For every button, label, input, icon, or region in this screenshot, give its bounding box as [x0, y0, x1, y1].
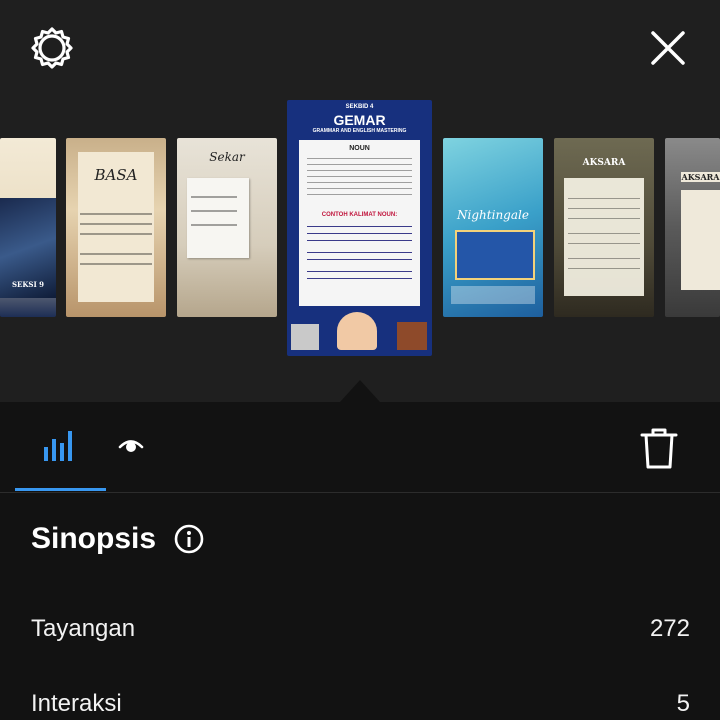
bar-chart-icon[interactable] — [38, 422, 82, 468]
info-icon[interactable] — [173, 523, 205, 555]
views-label: Tayangan — [31, 615, 136, 642]
gear-icon[interactable] — [28, 24, 76, 72]
interactions-value: 5 — [676, 690, 690, 717]
close-icon[interactable] — [646, 26, 690, 70]
eye-icon[interactable] — [112, 428, 150, 462]
section-title: Sinopsis — [31, 522, 157, 555]
active-tab-indicator — [15, 488, 106, 491]
story-thumbnail[interactable]: Nightingale — [443, 138, 543, 317]
story-title: GEMAR — [333, 112, 386, 128]
story-thumbnail-selected[interactable]: SEKBID 4 GEMAR GRAMMAR AND ENGLISH MASTE… — [287, 100, 432, 356]
story-thumbnail[interactable]: AKSARA — [554, 138, 654, 317]
tab-bar — [0, 402, 720, 493]
story-section: NOUN — [349, 145, 370, 152]
story-label: BASA — [94, 166, 138, 184]
story-label: AKSARA — [582, 158, 626, 168]
story-header: SEKBID 4 — [345, 104, 374, 110]
story-example-heading: CONTOH KALIMAT NOUN: — [321, 212, 398, 218]
story-thumbnail[interactable]: BASA — [66, 138, 166, 317]
story-carousel[interactable]: SEKSI 9 BASA Sekar SEKBID 4 GEMAR GRAMMA… — [0, 100, 720, 360]
story-subtitle: GRAMMAR AND ENGLISH MASTERING — [312, 128, 407, 134]
story-thumbnail[interactable]: AKSARA — [665, 138, 720, 317]
story-label: Sekar — [209, 150, 245, 164]
views-value: 272 — [649, 615, 690, 642]
story-thumbnail[interactable]: SEKSI 9 — [0, 138, 56, 317]
story-preview-area: SEKSI 9 BASA Sekar SEKBID 4 GEMAR GRAMMA… — [0, 0, 720, 402]
story-label: SEKSI 9 — [11, 280, 45, 289]
story-label: Nightingale — [457, 208, 529, 222]
story-label: AKSARA — [681, 172, 720, 182]
selected-story-pointer — [340, 380, 380, 402]
story-thumbnail[interactable]: Sekar — [177, 138, 277, 317]
interactions-label: Interaksi — [31, 690, 122, 717]
insights-panel: Sinopsis Tayangan 272 Interaksi 5 — [0, 402, 720, 720]
trash-icon[interactable] — [636, 424, 682, 472]
